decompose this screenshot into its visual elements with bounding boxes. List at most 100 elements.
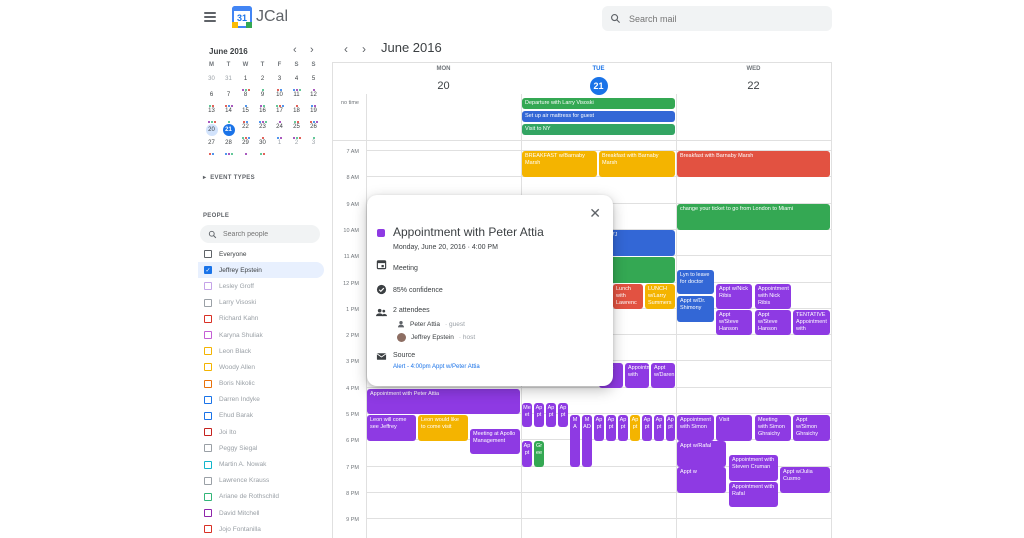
person-item[interactable]: David Mitchell: [198, 505, 324, 521]
person-checkbox[interactable]: [204, 444, 212, 453]
prev-week-chevron-icon[interactable]: ‹: [344, 42, 348, 56]
person-item[interactable]: Peggy Siegal: [198, 440, 324, 456]
mini-day[interactable]: 2: [254, 76, 271, 91]
event-apollo[interactable]: Meeting at Apollo Management: [470, 429, 520, 454]
person-checkbox[interactable]: [204, 314, 212, 323]
event-leon[interactable]: Leon will come see Jeffrey: [367, 415, 416, 441]
event-v-appt-8[interactable]: Appt: [642, 415, 652, 441]
event-lunch-2[interactable]: LUNCH w/Larry Summers: [645, 284, 675, 309]
day-header-mon[interactable]: MON 20: [366, 66, 521, 95]
person-checkbox[interactable]: [204, 250, 212, 259]
event-appt-peter-attia[interactable]: Appointment with Peter Attia: [367, 389, 520, 414]
event-appt-steve-2[interactable]: Appt w/Steve Hanson: [755, 310, 791, 335]
person-checkbox[interactable]: [204, 395, 212, 404]
close-icon[interactable]: ✕: [589, 205, 601, 222]
event-appt-nick-1[interactable]: Appt w/Nick Ribis: [716, 284, 752, 309]
event-visit[interactable]: Visit: [716, 415, 752, 441]
search-mail-input[interactable]: [629, 13, 809, 24]
person-checkbox[interactable]: [204, 460, 212, 469]
event-appt-rafal-2[interactable]: Appointment with Rafal: [729, 482, 778, 507]
event-blue-tue[interactable]: n 7J: [604, 230, 675, 256]
mini-day[interactable]: 30: [254, 140, 271, 155]
mini-day[interactable]: 15: [237, 108, 254, 123]
mini-day[interactable]: 8: [237, 92, 254, 107]
event-meet-simon[interactable]: Meeting with Simon Ghraichy: [755, 415, 791, 441]
event-appt-steven[interactable]: Appointment with Steven Cruman: [729, 455, 778, 481]
person-checkbox[interactable]: [204, 411, 212, 420]
event-types-toggle[interactable]: ▸ EVENT TYPES: [203, 174, 255, 181]
person-item[interactable]: Joi Ito: [198, 424, 324, 440]
attendee-row[interactable]: Peter Attia · guest: [397, 320, 465, 328]
mini-day[interactable]: 26: [305, 124, 322, 139]
event-breakfast-tue-1[interactable]: BREAKFAST w/Barnaby Marsh: [522, 151, 597, 177]
person-item[interactable]: Lesley Groff: [198, 278, 324, 294]
event-breakfast-tue-2[interactable]: Breakfast with Barnaby Marsh: [599, 151, 675, 177]
event-lyn-doctor[interactable]: Lyn to leave for doctor: [677, 270, 714, 294]
person-checkbox[interactable]: [204, 509, 212, 518]
person-checkbox[interactable]: [204, 428, 212, 437]
mini-prev-month-chevron-icon[interactable]: ‹: [293, 44, 297, 56]
event-v-appt-9[interactable]: Appt: [654, 415, 664, 441]
event-appt-w[interactable]: Appt w: [677, 467, 726, 493]
person-checkbox[interactable]: [204, 282, 212, 291]
person-checkbox[interactable]: [204, 298, 212, 307]
attendee-row[interactable]: Jeffrey Epstein · host: [397, 333, 475, 342]
event-appt-simon-2[interactable]: Appt w/Simon Ghraichy: [793, 415, 830, 441]
event-appt-julia[interactable]: Appt w/Julia Cusmo: [780, 467, 830, 493]
event-appt-dr[interactable]: Appt w/Dr. Shimony: [677, 296, 714, 322]
main-menu-button[interactable]: [204, 12, 216, 22]
mini-day[interactable]: 20: [205, 124, 218, 136]
event-v-appt-5[interactable]: Appt: [606, 415, 616, 441]
event-v-appt-11[interactable]: Appt: [522, 441, 532, 467]
event-appt-steve-1[interactable]: Appt w/Steve Hanson: [716, 310, 752, 335]
person-checkbox[interactable]: ✓: [204, 266, 212, 275]
mini-day[interactable]: 29: [237, 140, 254, 155]
event-v-appt-7[interactable]: Appt: [630, 415, 640, 441]
mini-next-month-chevron-icon[interactable]: ›: [310, 44, 314, 56]
person-checkbox[interactable]: [204, 492, 212, 501]
mini-day[interactable]: 10: [271, 92, 288, 107]
mini-day[interactable]: 3: [305, 140, 322, 152]
person-checkbox[interactable]: [204, 331, 212, 340]
mini-day[interactable]: 12: [305, 92, 322, 107]
next-week-chevron-icon[interactable]: ›: [362, 42, 366, 56]
event-v-ma[interactable]: MA: [570, 415, 580, 467]
person-item[interactable]: Leon Black: [198, 343, 324, 359]
person-item[interactable]: Martin A. Nowak: [198, 456, 324, 472]
event-green-tue[interactable]: [604, 257, 675, 283]
mini-day[interactable]: 31: [220, 76, 237, 88]
mini-day[interactable]: 18: [288, 108, 305, 123]
person-item[interactable]: Everyone: [198, 246, 324, 262]
mini-day[interactable]: 19: [305, 108, 322, 123]
people-search-input[interactable]: [223, 230, 313, 238]
person-checkbox[interactable]: [204, 525, 212, 534]
event-leon-2[interactable]: Leon would like to come visit: [418, 415, 468, 441]
event-tentative[interactable]: TENTATIVE Appointment with: [793, 310, 830, 335]
event-tue-3pm-3[interactable]: Appt w/Daren: [651, 363, 675, 388]
person-item[interactable]: Ehud Barak: [198, 408, 324, 424]
person-checkbox[interactable]: [204, 476, 212, 485]
mini-day[interactable]: 13: [203, 108, 220, 123]
mini-day[interactable]: 21: [222, 124, 235, 136]
mini-day[interactable]: 23: [254, 124, 271, 139]
search-mail-box[interactable]: [602, 6, 832, 31]
person-item[interactable]: Boris Nikolic: [198, 376, 324, 392]
person-item[interactable]: Larry Visoski: [198, 295, 324, 311]
event-v-mad[interactable]: MAD: [582, 415, 592, 467]
event-appt-nick-2[interactable]: Appointment with Nick Ribis: [755, 284, 791, 309]
day-header-tue[interactable]: TUE 21: [521, 66, 676, 95]
event-v-appt[interactable]: Appt: [534, 403, 544, 427]
mini-day[interactable]: 1: [271, 140, 288, 152]
mini-day[interactable]: 2: [288, 140, 305, 152]
person-item[interactable]: Woody Allen: [198, 359, 324, 375]
mini-day[interactable]: 5: [305, 76, 322, 91]
event-appt-rafal[interactable]: Appt w/Rafal: [677, 441, 726, 467]
mini-day[interactable]: 4: [288, 76, 305, 91]
event-visit-ny[interactable]: Visit to NY: [522, 124, 675, 135]
event-change-ticket[interactable]: change your ticket to go from London to …: [677, 204, 830, 230]
person-checkbox[interactable]: [204, 379, 212, 388]
person-checkbox[interactable]: [204, 363, 212, 372]
event-v-appt-6[interactable]: Appt: [618, 415, 628, 441]
mini-day[interactable]: 28: [220, 140, 237, 155]
people-search-box[interactable]: [200, 225, 320, 243]
